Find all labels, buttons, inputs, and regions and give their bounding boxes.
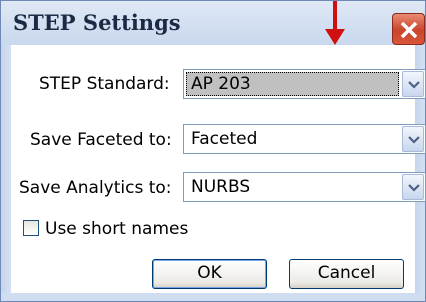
save-analytics-dropdown-button[interactable] — [402, 174, 424, 200]
save-analytics-select[interactable]: NURBS — [183, 172, 426, 202]
step-standard-value: AP 203 — [191, 74, 251, 94]
save-analytics-value: NURBS — [191, 177, 251, 197]
chevron-down-icon — [408, 184, 420, 192]
step-settings-dialog: STEP Settings STEP Standard: AP 203 Save… — [0, 0, 426, 302]
window-frame-bottom — [1, 293, 425, 301]
step-standard-select[interactable]: AP 203 — [183, 69, 426, 99]
down-arrow-annotation-icon — [325, 1, 345, 45]
close-button[interactable] — [392, 13, 425, 45]
dialog-body: STEP Standard: AP 203 Save Faceted to: F… — [11, 45, 426, 293]
save-faceted-select[interactable]: Faceted — [183, 124, 426, 154]
use-short-names-label: Use short names — [45, 219, 189, 239]
save-faceted-value: Faceted — [191, 129, 258, 149]
step-standard-dropdown-button[interactable] — [402, 71, 424, 97]
step-standard-label: STEP Standard: — [39, 74, 170, 94]
chevron-down-icon — [408, 81, 420, 89]
save-analytics-label: Save Analytics to: — [19, 178, 172, 198]
save-faceted-dropdown-button[interactable] — [402, 126, 424, 152]
title-bar[interactable]: STEP Settings — [1, 1, 425, 45]
save-faceted-label: Save Faceted to: — [30, 130, 172, 150]
use-short-names-checkbox[interactable] — [23, 220, 39, 236]
cancel-button[interactable]: Cancel — [289, 259, 404, 289]
chevron-down-icon — [408, 136, 420, 144]
window-frame-left — [1, 1, 11, 301]
ok-button[interactable]: OK — [152, 259, 267, 289]
close-icon — [400, 21, 418, 39]
dialog-title: STEP Settings — [13, 10, 181, 35]
